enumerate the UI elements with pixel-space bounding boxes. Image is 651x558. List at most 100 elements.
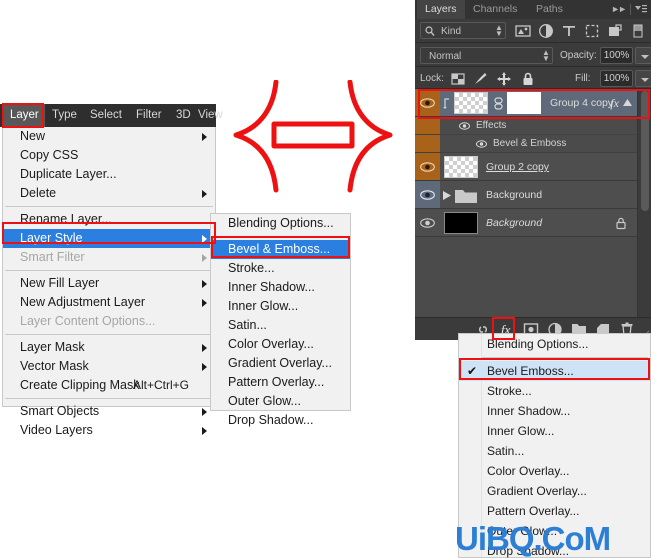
menu-row-label: Copy CSS xyxy=(20,148,79,162)
fx-row-inner-glow[interactable]: Inner Glow... xyxy=(459,421,650,441)
link-icon[interactable] xyxy=(493,97,504,110)
submenu-row-blending-options[interactable]: Blending Options... xyxy=(211,214,350,233)
menu-row-layer-style[interactable]: Layer Style xyxy=(3,229,215,248)
lock-transparent-pixels-icon[interactable] xyxy=(450,71,466,87)
fill-label: Fill: xyxy=(575,73,591,84)
group-visibility-toggle[interactable] xyxy=(415,181,440,208)
menu-row-new-adjustment-layer[interactable]: New Adjustment Layer xyxy=(3,293,215,312)
menu-separator xyxy=(5,206,213,207)
scrollbar-thumb[interactable] xyxy=(641,91,649,211)
layer-name[interactable]: Background xyxy=(486,209,542,237)
layer-visibility-toggle[interactable] xyxy=(415,209,440,236)
table-row[interactable]: Background xyxy=(415,209,637,237)
layer-list-scrollbar[interactable] xyxy=(637,89,651,317)
menu-row-smart-filter: Smart Filter xyxy=(3,248,215,267)
panel-menu-icon[interactable] xyxy=(635,4,647,15)
layer-name[interactable]: Group 4 copy xyxy=(550,89,613,117)
fx-row-inner-shadow[interactable]: Inner Shadow... xyxy=(459,401,650,421)
lock-all-icon[interactable] xyxy=(520,71,536,87)
pixel-filter-icon[interactable] xyxy=(515,23,531,39)
menu-row-create-clipping-mask[interactable]: Create Clipping Mask Alt+Ctrl+G xyxy=(3,376,215,395)
fx-row-stroke[interactable]: Stroke... xyxy=(459,381,650,401)
submenu-row-satin[interactable]: Satin... xyxy=(211,316,350,335)
menu-row-label: Smart Objects xyxy=(20,404,100,418)
chevron-updown-icon[interactable]: ▲ ▼ xyxy=(495,24,503,38)
submenu-row-outer-glow[interactable]: Outer Glow... xyxy=(211,392,350,411)
eye-icon[interactable] xyxy=(459,122,470,130)
chevron-updown-icon[interactable]: ▲ ▼ xyxy=(542,49,550,63)
effect-label: Bevel & Emboss xyxy=(493,138,567,149)
layer-mask-thumbnail[interactable] xyxy=(507,92,541,114)
layer-name[interactable]: Group 2 copy xyxy=(486,153,549,181)
filter-kind-dropdown[interactable]: Kind ▲ ▼ xyxy=(420,22,506,39)
submenu-row-drop-shadow[interactable]: Drop Shadow... xyxy=(211,411,350,430)
transparency-checker xyxy=(445,157,477,177)
fx-row-gradient-overlay[interactable]: Gradient Overlay... xyxy=(459,481,650,501)
tab-layers[interactable]: Layers xyxy=(417,0,465,19)
blend-mode-dropdown[interactable]: Normal ▲ ▼ xyxy=(420,47,553,64)
table-row[interactable]: Group 4 copy fx xyxy=(415,89,637,117)
fx-row-blending-options[interactable]: Blending Options... xyxy=(459,334,650,354)
layer-thumbnail[interactable] xyxy=(444,212,478,234)
submenu-row-inner-shadow[interactable]: Inner Shadow... xyxy=(211,278,350,297)
fx-row-bevel-emboss[interactable]: ✔ Bevel Emboss... xyxy=(459,361,650,381)
lock-image-pixels-icon[interactable] xyxy=(473,71,489,87)
fx-row-satin[interactable]: Satin... xyxy=(459,441,650,461)
table-row[interactable]: Background xyxy=(415,181,637,209)
lock-position-icon[interactable] xyxy=(496,71,512,87)
menu-row-new-fill-layer[interactable]: New Fill Layer xyxy=(3,274,215,293)
menu-row-rename-layer[interactable]: Rename Layer... xyxy=(3,210,215,229)
menu-row-vector-mask[interactable]: Vector Mask xyxy=(3,357,215,376)
type-filter-icon[interactable] xyxy=(561,23,577,39)
layer-thumbnail[interactable] xyxy=(444,156,478,178)
eye-icon[interactable] xyxy=(476,140,487,148)
layer-visibility-toggle[interactable] xyxy=(415,89,440,116)
menu-item-view[interactable]: View xyxy=(192,104,229,127)
tab-channels[interactable]: Channels xyxy=(465,0,525,19)
menu-row-smart-objects[interactable]: Smart Objects xyxy=(3,402,215,421)
submenu-row-stroke[interactable]: Stroke... xyxy=(211,259,350,278)
menu-row-label: Vector Mask xyxy=(20,359,89,373)
menu-row-layer-mask[interactable]: Layer Mask xyxy=(3,338,215,357)
chevron-right-icon xyxy=(202,133,207,141)
layer-thumbnail[interactable] xyxy=(454,92,488,114)
layer-fx-badge[interactable]: fx xyxy=(610,89,619,117)
chevron-right-icon xyxy=(202,254,207,262)
effects-visibility-column xyxy=(415,117,440,134)
fill-slider-button[interactable] xyxy=(635,70,651,87)
layer-visibility-toggle[interactable] xyxy=(415,153,440,180)
menu-row-duplicate-layer[interactable]: Duplicate Layer... xyxy=(3,165,215,184)
submenu-row-color-overlay[interactable]: Color Overlay... xyxy=(211,335,350,354)
menu-item-select[interactable]: Select xyxy=(84,104,128,127)
list-item[interactable]: Bevel & Emboss xyxy=(415,135,637,153)
layer-name[interactable]: Background xyxy=(486,181,542,209)
list-item[interactable]: Effects xyxy=(415,117,637,135)
menu-item-filter[interactable]: Filter xyxy=(130,104,168,127)
menu-item-type[interactable]: Type xyxy=(46,104,83,127)
opacity-slider-button[interactable] xyxy=(635,47,651,64)
fill-value[interactable]: 100% xyxy=(600,70,633,87)
submenu-row-pattern-overlay[interactable]: Pattern Overlay... xyxy=(211,373,350,392)
menu-row-delete[interactable]: Delete xyxy=(3,184,215,203)
shape-filter-icon[interactable] xyxy=(584,23,600,39)
submenu-row-gradient-overlay[interactable]: Gradient Overlay... xyxy=(211,354,350,373)
collapse-panel-icon[interactable]: ►► xyxy=(611,4,627,14)
fx-row-pattern-overlay[interactable]: Pattern Overlay... xyxy=(459,501,650,521)
smart-object-filter-icon[interactable] xyxy=(607,23,623,39)
chevron-right-icon[interactable] xyxy=(443,191,451,200)
table-row[interactable]: Group 2 copy xyxy=(415,153,637,181)
menu-row-label: New Fill Layer xyxy=(20,276,100,290)
adjustment-filter-icon[interactable] xyxy=(538,23,554,39)
submenu-row-bevel-emboss[interactable]: Bevel & Emboss... xyxy=(211,240,350,259)
menu-row-copy-css[interactable]: Copy CSS xyxy=(3,146,215,165)
menu-item-layer[interactable]: Layer xyxy=(4,104,45,127)
chevron-right-icon xyxy=(202,344,207,352)
menu-row-video-layers[interactable]: Video Layers xyxy=(3,421,215,440)
filter-toggle-icon[interactable] xyxy=(630,23,646,39)
fx-row-color-overlay[interactable]: Color Overlay... xyxy=(459,461,650,481)
chevron-up-icon[interactable] xyxy=(623,99,632,106)
opacity-value[interactable]: 100% xyxy=(600,47,633,64)
tab-paths[interactable]: Paths xyxy=(528,0,571,19)
menu-row-new[interactable]: New xyxy=(3,127,215,146)
submenu-row-inner-glow[interactable]: Inner Glow... xyxy=(211,297,350,316)
